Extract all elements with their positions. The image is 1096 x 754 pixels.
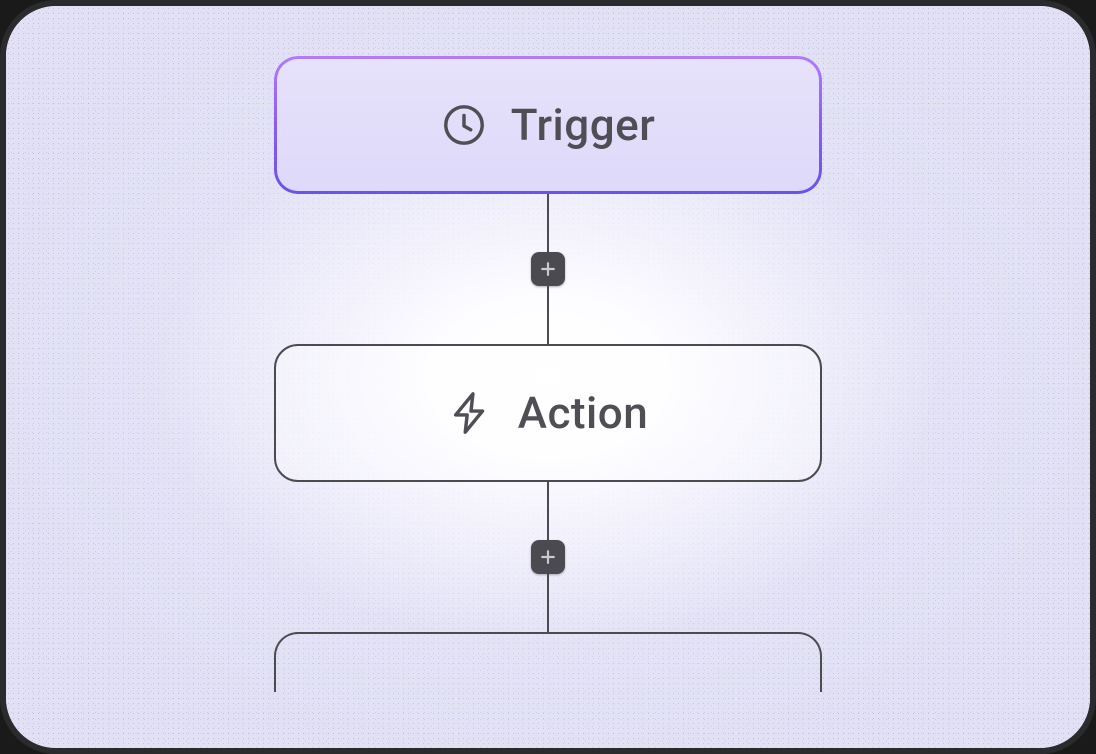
bolt-icon	[448, 390, 494, 436]
trigger-node[interactable]: Trigger	[274, 56, 822, 194]
plus-icon	[538, 547, 558, 567]
workflow-canvas: Trigger Action	[0, 0, 1096, 754]
add-step-button-2[interactable]	[531, 540, 565, 574]
action-label: Action	[518, 387, 648, 439]
add-step-button-1[interactable]	[531, 252, 565, 286]
plus-icon	[538, 259, 558, 279]
connector-line	[547, 482, 549, 540]
connector-line	[547, 194, 549, 252]
clock-icon	[441, 102, 487, 148]
connector-line	[547, 286, 549, 344]
action-node[interactable]: Action	[274, 344, 822, 482]
connector-line	[547, 574, 549, 632]
workflow-flow: Trigger Action	[274, 56, 822, 692]
trigger-label: Trigger	[511, 99, 656, 151]
next-node-placeholder[interactable]	[274, 632, 822, 692]
